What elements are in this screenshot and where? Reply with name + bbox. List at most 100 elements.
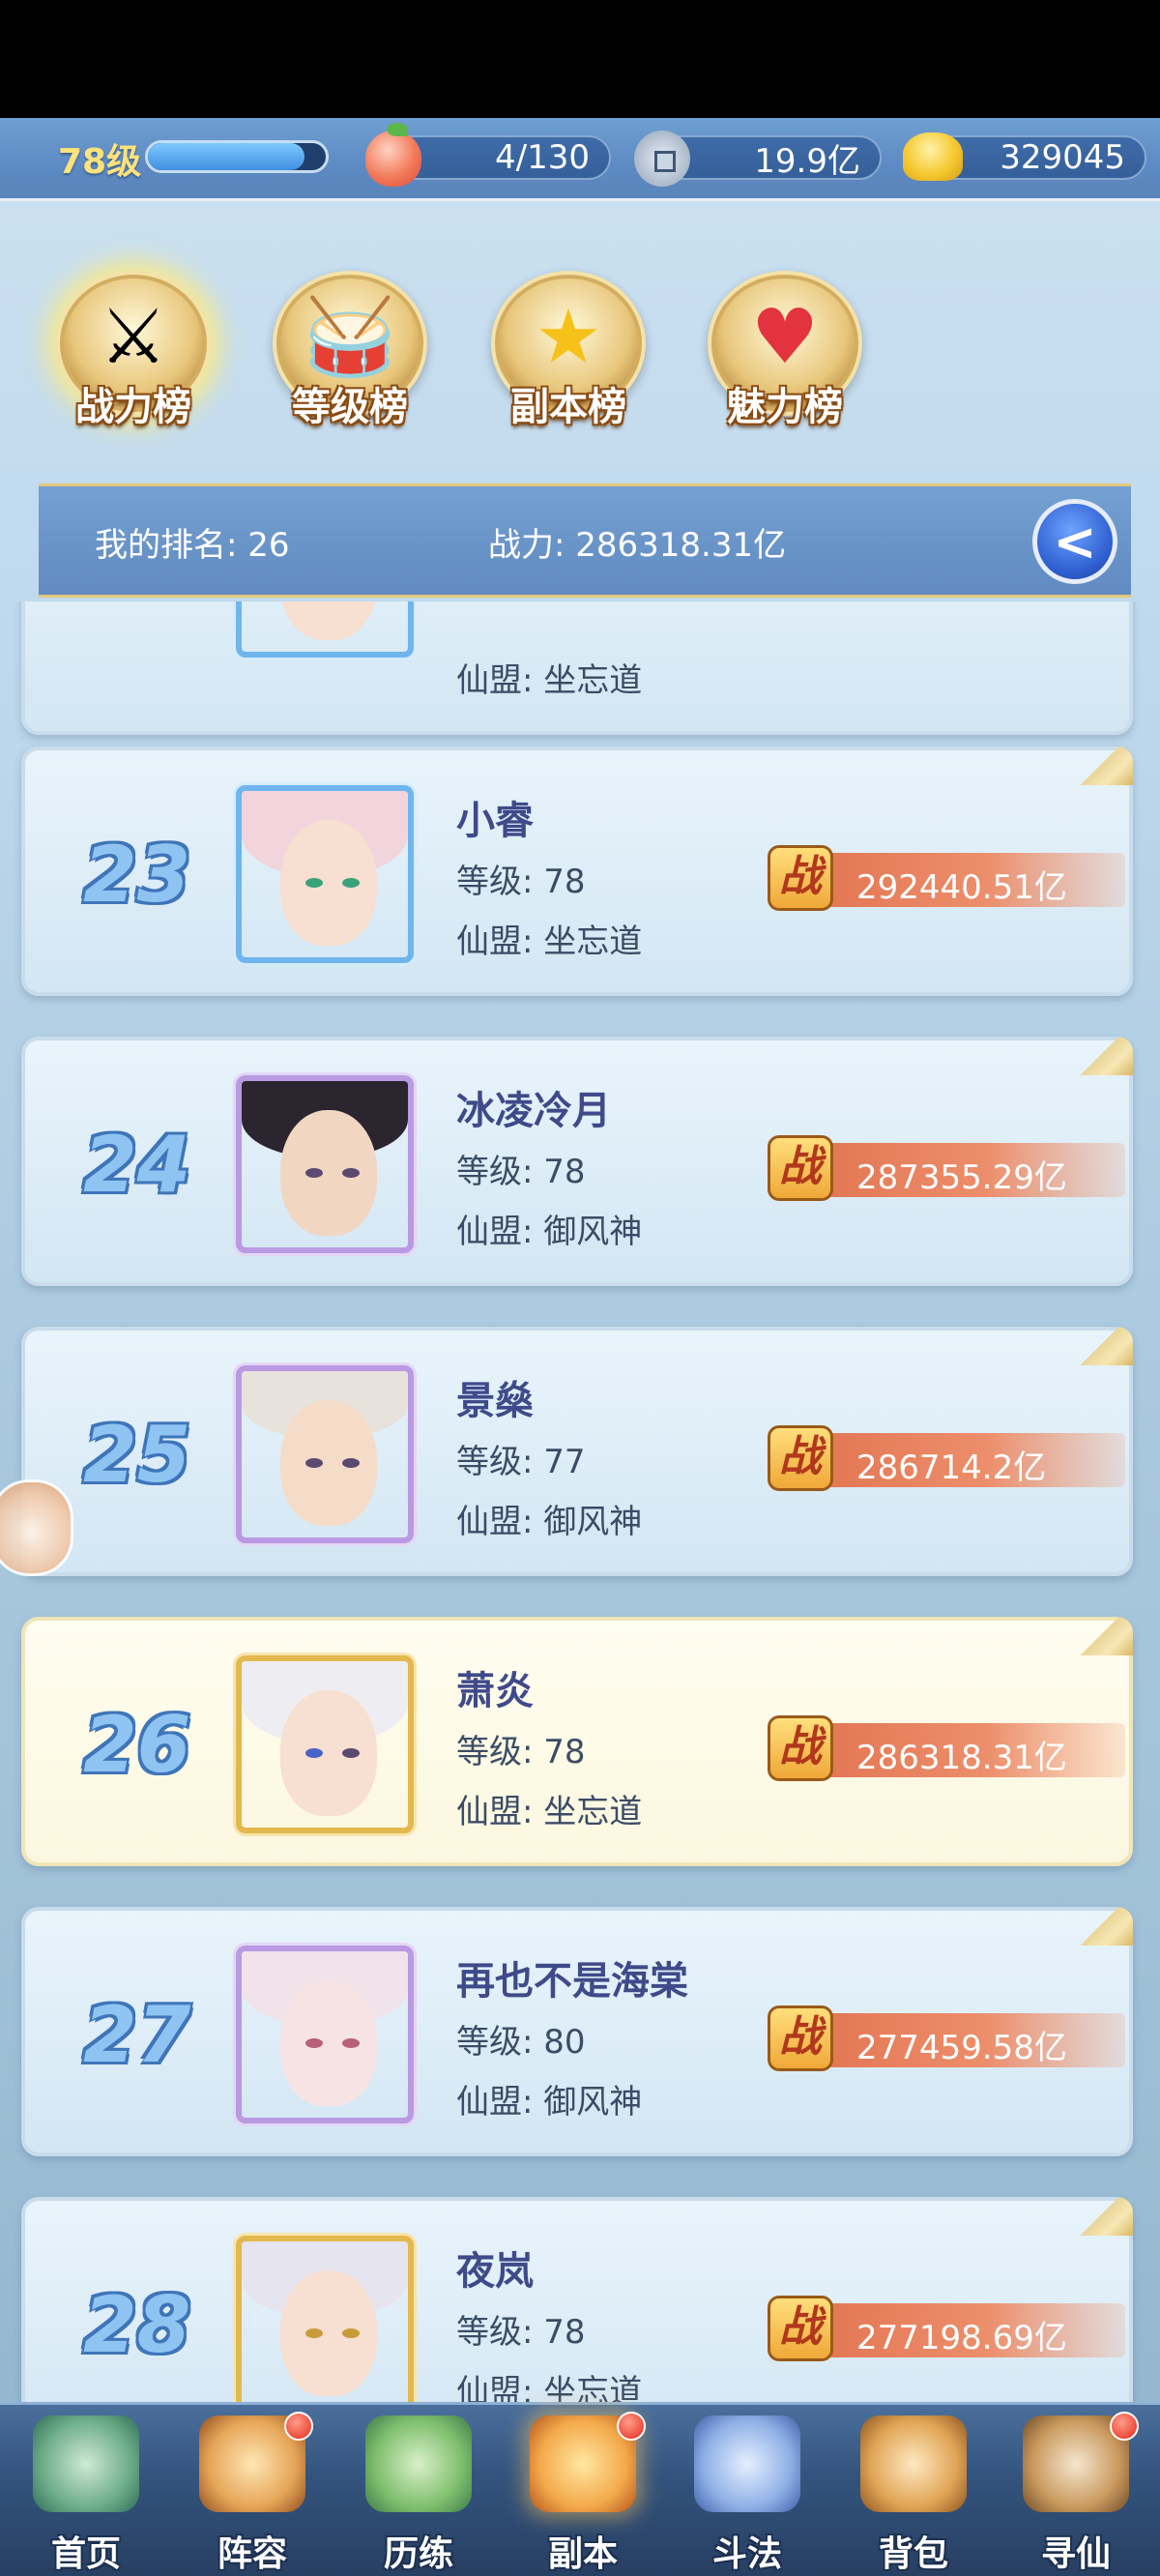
player-avatar[interactable] — [236, 2236, 414, 2402]
nav-lineup[interactable]: 阵容 — [170, 2410, 334, 2574]
my-rank-text: 我的排名: 26 — [95, 526, 290, 565]
ranking-row[interactable]: 28 夜岚 等级: 78 仙盟: 坐忘道 战 277198.69亿 — [21, 2197, 1133, 2402]
coin-icon — [634, 131, 690, 187]
player-guild: 仙盟: 坐忘道 — [456, 2373, 643, 2402]
player-avatar[interactable] — [236, 1365, 414, 1543]
nav-label: 副本 — [547, 2534, 618, 2574]
gold-value: 329045 — [1000, 138, 1125, 177]
nav-label: 背包 — [878, 2534, 948, 2574]
back-button[interactable]: < — [1032, 499, 1117, 584]
power-value: 286714.2亿 — [856, 1449, 1047, 1487]
ranking-row-me[interactable]: 26 萧炎 等级: 78 仙盟: 坐忘道 战 286318.31亿 — [21, 1617, 1133, 1866]
tab-charm-rank[interactable]: ♥ 魅力榜 — [690, 251, 880, 454]
my-power-text: 战力: 286318.31亿 — [488, 526, 787, 565]
ranking-row[interactable]: 23 小睿 等级: 78 仙盟: 坐忘道 战 292440.51亿 — [21, 746, 1133, 996]
player-level: 等级: 78 — [456, 863, 586, 901]
gold-ingot-icon — [903, 132, 963, 181]
power-badge: 战 292440.51亿 — [768, 845, 1125, 911]
player-guild: 仙盟: 御风神 — [456, 1213, 643, 1251]
player-level: 等级: 78 — [456, 1733, 586, 1771]
power-badge: 战 277459.58亿 — [768, 2005, 1125, 2071]
nav-label: 斗法 — [711, 2534, 782, 2574]
player-name: 小睿 — [456, 799, 534, 843]
stamina-value: 4/130 — [495, 138, 590, 177]
power-glyph-icon: 战 — [768, 1135, 833, 1201]
player-name: 夜岚 — [456, 2249, 534, 2294]
nav-label: 寻仙 — [1040, 2534, 1111, 2574]
power-value: 287355.29亿 — [856, 1158, 1067, 1197]
ranking-row[interactable]: 25 景燊 等级: 77 仙盟: 御风神 战 286714.2亿 — [21, 1327, 1133, 1576]
rank-number: 25 — [83, 1410, 191, 1500]
training-icon — [365, 2415, 472, 2512]
notification-dot — [284, 2412, 313, 2441]
rank-number: 28 — [83, 2280, 191, 2370]
home-icon — [33, 2415, 139, 2512]
power-value: 277459.58亿 — [856, 2029, 1067, 2067]
player-guild: 仙盟: 坐忘道 — [456, 661, 643, 700]
nav-bag[interactable]: 背包 — [831, 2410, 996, 2574]
power-value: 292440.51亿 — [856, 868, 1067, 907]
power-badge: 战 286714.2亿 — [768, 1425, 1125, 1491]
power-glyph-icon: 战 — [768, 1715, 833, 1781]
player-guild: 仙盟: 坐忘道 — [456, 1793, 643, 1831]
player-guild: 仙盟: 坐忘道 — [456, 922, 643, 961]
player-avatar[interactable] — [236, 1075, 414, 1253]
power-badge: 战 287355.29亿 — [768, 1135, 1125, 1201]
corner-ornament — [1075, 1327, 1133, 1365]
player-name: 萧炎 — [456, 1669, 534, 1713]
power-glyph-icon: 战 — [768, 845, 833, 911]
power-value: 286318.31亿 — [856, 1739, 1067, 1777]
player-avatar — [236, 601, 414, 658]
exp-progress-fill — [148, 143, 304, 170]
nav-training[interactable]: 历练 — [336, 2410, 501, 2574]
player-guild: 仙盟: 御风神 — [456, 2083, 643, 2122]
nav-dungeon[interactable]: 副本 — [501, 2410, 665, 2574]
player-avatar[interactable] — [236, 1946, 414, 2123]
tab-label: 魅力榜 — [727, 385, 843, 429]
power-badge: 战 286318.31亿 — [768, 1715, 1125, 1781]
tab-power-rank[interactable]: ⚔ 战力榜 — [39, 251, 228, 454]
tab-level-rank[interactable]: 🥁 等级榜 — [255, 251, 445, 454]
ranking-list[interactable]: 仙盟: 坐忘道 23 小睿 等级: 78 仙盟: 坐忘道 战 292440.51… — [0, 601, 1160, 2402]
tab-label: 等级榜 — [292, 385, 408, 429]
power-glyph-icon: 战 — [768, 2005, 833, 2071]
power-value: 277198.69亿 — [856, 2319, 1067, 2357]
corner-ornament — [1075, 746, 1133, 785]
rank-number: 24 — [83, 1120, 191, 1210]
tab-label: 副本榜 — [510, 385, 626, 429]
nav-battle[interactable]: 斗法 — [665, 2410, 829, 2574]
nav-label: 首页 — [50, 2534, 121, 2574]
nav-seek-immortal[interactable]: 寻仙 — [994, 2410, 1158, 2574]
player-level: 等级: 80 — [456, 2023, 586, 2062]
back-arrow-icon: < — [1053, 511, 1097, 572]
player-level-label: 78级 — [58, 142, 142, 182]
player-avatar[interactable] — [236, 785, 414, 963]
player-avatar[interactable] — [236, 1655, 414, 1833]
power-badge: 战 277198.69亿 — [768, 2296, 1125, 2361]
tab-dungeon-rank[interactable]: ★ 副本榜 — [474, 251, 663, 454]
rank-number: 26 — [83, 1700, 191, 1790]
ranking-row[interactable]: 24 冰凌冷月 等级: 78 仙盟: 御风神 战 287355.29亿 — [21, 1037, 1133, 1286]
ranking-row[interactable]: 27 再也不是海棠 等级: 80 仙盟: 御风神 战 277459.58亿 — [21, 1907, 1133, 2156]
rank-number: 27 — [83, 1990, 191, 2080]
player-level: 等级: 78 — [456, 2313, 586, 2352]
exp-progress-bar — [145, 140, 329, 173]
corner-ornament — [1075, 1907, 1133, 1946]
player-level: 等级: 78 — [456, 1153, 586, 1191]
nav-home[interactable]: 首页 — [4, 2410, 168, 2574]
nav-label: 历练 — [383, 2534, 453, 2574]
tab-label: 战力榜 — [75, 385, 191, 429]
silver-value: 19.9亿 — [754, 141, 860, 181]
top-black-band — [0, 0, 1160, 118]
floating-helper-avatar[interactable] — [0, 1479, 73, 1576]
corner-ornament — [1075, 1617, 1133, 1655]
peach-icon — [365, 123, 421, 187]
ranking-row-partial[interactable]: 仙盟: 坐忘道 — [21, 601, 1133, 735]
player-name: 冰凌冷月 — [456, 1089, 611, 1133]
player-name: 景燊 — [456, 1379, 534, 1423]
corner-ornament — [1075, 2197, 1133, 2236]
notification-dot — [1110, 2412, 1139, 2441]
player-guild: 仙盟: 御风神 — [456, 1503, 643, 1541]
battle-icon — [694, 2415, 800, 2512]
rank-number: 23 — [83, 830, 191, 920]
